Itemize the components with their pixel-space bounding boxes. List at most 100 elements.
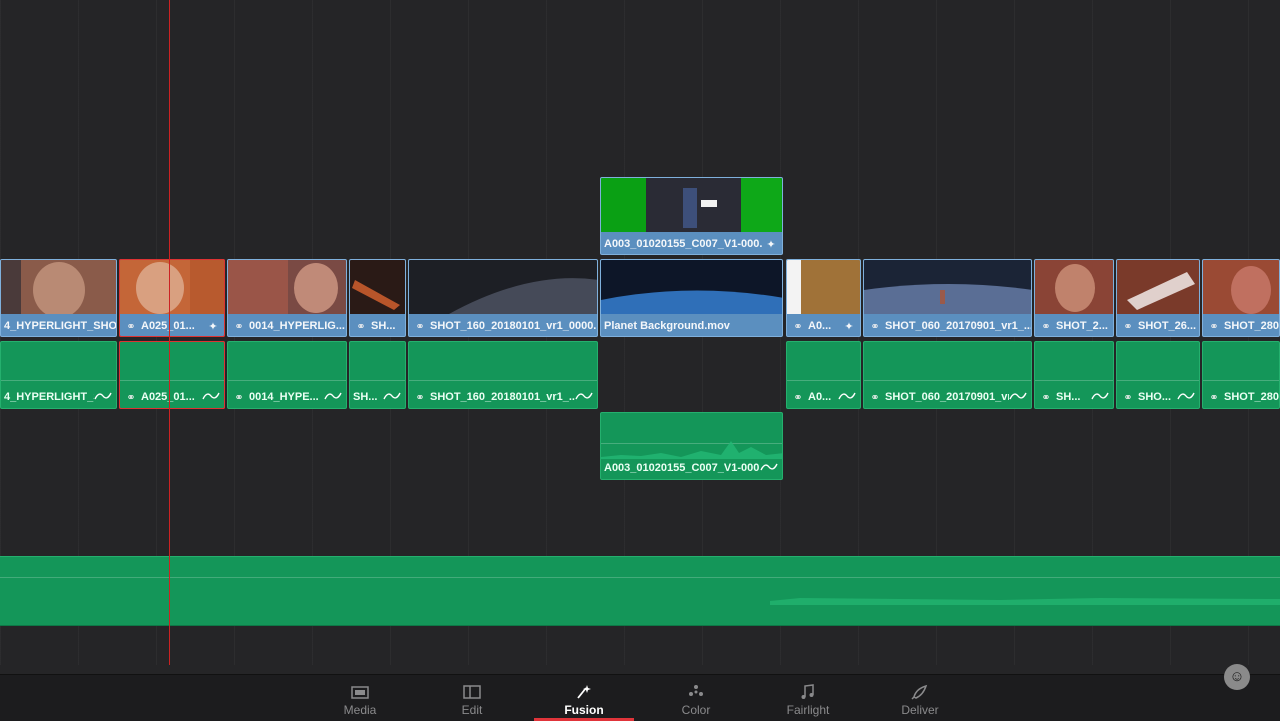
audio-clip[interactable]: ⚭ SHOT_280... (1202, 341, 1280, 409)
clip-label: 4_HYPERLIGHT_SHOT... (4, 320, 116, 332)
waveform-icon (202, 391, 224, 404)
clip-thumbnail (1035, 260, 1113, 314)
fusion-icon (577, 685, 591, 699)
link-icon: ⚭ (415, 320, 425, 333)
video-clip[interactable]: ⚭ SHOT_060_20170901_vr1_... (863, 259, 1032, 337)
audio-clip[interactable]: 4_HYPERLIGHT_S... (0, 341, 117, 409)
audio-clip[interactable]: ⚭ SHOT_160_20180101_vr1_... (408, 341, 598, 409)
page-navigation-bar: Media Edit Fusion Color Fairlight Delive… (0, 674, 1280, 721)
video-clip[interactable]: ⚭ SH... (349, 259, 406, 337)
waveform-icon (760, 462, 782, 475)
color-icon (689, 685, 703, 696)
link-icon: ⚭ (234, 391, 244, 404)
video-clip[interactable]: Planet Background.mov (600, 259, 783, 337)
fairlight-icon (801, 684, 814, 699)
clip-label: A025_01... (141, 320, 195, 332)
clip-label: SHOT_280... (1224, 391, 1279, 403)
waveform-icon (94, 391, 116, 404)
timeline[interactable]: A003_01020155_C007_V1-000... ✦ 4_HYPERLI… (0, 0, 1280, 665)
audio-clip[interactable]: ⚭ SHO... (1116, 341, 1200, 409)
page-tab-deliver[interactable]: Deliver (870, 675, 970, 721)
clip-thumbnail (601, 260, 782, 314)
clip-label: A025_01... (141, 391, 195, 403)
clip-thumbnail (1203, 260, 1279, 314)
link-icon: ⚭ (1209, 320, 1219, 333)
link-icon: ⚭ (870, 320, 880, 333)
link-icon: ⚭ (1041, 391, 1051, 404)
waveform-icon (1177, 391, 1199, 404)
playhead[interactable] (169, 0, 170, 665)
link-icon: ⚭ (126, 320, 136, 333)
waveform-icon (575, 391, 597, 404)
clip-label: SH... (1056, 391, 1081, 403)
clip-thumbnail (350, 260, 405, 314)
clip-label: A003_01020155_C007_V1-000... (604, 462, 760, 474)
clip-label: A003_01020155_C007_V1-000... (604, 238, 763, 250)
clip-label: SHOT_160_20180101_vr1_0000... (430, 320, 597, 332)
link-icon: ⚭ (126, 391, 136, 404)
deliver-icon (911, 684, 928, 700)
page-tab-edit[interactable]: Edit (422, 675, 522, 721)
video-clip[interactable]: ⚭ A0... ✦ (786, 259, 861, 337)
video-clip[interactable]: ⚭ SHOT_280... (1202, 259, 1280, 337)
page-tab-media[interactable]: Media (310, 675, 410, 721)
sparkle-icon: ✦ (766, 238, 776, 251)
clip-thumbnail (601, 178, 782, 232)
clip-thumbnail (1117, 260, 1199, 314)
link-icon: ⚭ (793, 320, 803, 333)
clip-label: 0014_HYPERLIG... (249, 320, 345, 332)
waveform-icon (324, 391, 346, 404)
video-clip[interactable]: ⚭ SHOT_26... (1116, 259, 1200, 337)
page-tab-fusion[interactable]: Fusion (534, 675, 634, 721)
clip-thumbnail (120, 260, 224, 314)
audio-clip[interactable]: ⚭ SHOT_060_20170901_vr1_... (863, 341, 1032, 409)
clip-label: A0... (808, 391, 832, 403)
audio-clip-selected[interactable]: ⚭ A025_01... (119, 341, 225, 409)
page-tab-color[interactable]: Color (646, 675, 746, 721)
media-icon (351, 686, 369, 699)
clip-label: SHO... (1138, 391, 1172, 403)
clip-label: 4_HYPERLIGHT_S... (4, 391, 94, 403)
video-clip[interactable]: 4_HYPERLIGHT_SHOT... (0, 259, 117, 337)
clip-label: SHOT_26... (1138, 320, 1197, 332)
video-clip[interactable]: ⚭ SHOT_160_20180101_vr1_0000... (408, 259, 598, 337)
clip-label: A0... (808, 320, 832, 332)
page-tab-fairlight[interactable]: Fairlight (758, 675, 858, 721)
clip-thumbnail (787, 260, 860, 314)
sparkle-icon: ✦ (208, 320, 218, 333)
audio-clip[interactable]: ⚭ 0014_HYPE... (227, 341, 347, 409)
waveform-icon (383, 391, 405, 404)
video-clip-selected[interactable]: ⚭ A025_01... ✦ (119, 259, 225, 337)
video-clip[interactable]: ⚭ 0014_HYPERLIG... (227, 259, 347, 337)
clip-thumbnail (864, 260, 1031, 314)
link-icon: ⚭ (356, 320, 366, 333)
link-icon: ⚭ (234, 320, 244, 333)
clip-label: SHOT_060_20170901_vr1_... (885, 320, 1031, 332)
clip-label: SH... (371, 320, 396, 332)
waveform-icon (1009, 391, 1031, 404)
user-avatar-icon[interactable]: ☺ (1224, 664, 1250, 690)
audio-clip[interactable]: SH... (349, 341, 406, 409)
sparkle-icon: ✦ (844, 320, 854, 333)
link-icon: ⚭ (793, 391, 803, 404)
clip-thumbnail (409, 260, 597, 314)
link-icon: ⚭ (1123, 391, 1133, 404)
music-audio-clip[interactable] (0, 556, 1280, 626)
audio-clip[interactable]: A003_01020155_C007_V1-000... (600, 412, 783, 480)
clip-label: Planet Background.mov (604, 320, 730, 332)
clip-label: SH... (353, 391, 378, 403)
edit-icon (463, 685, 481, 699)
link-icon: ⚭ (1123, 320, 1133, 333)
audio-clip[interactable]: ⚭ A0... (786, 341, 861, 409)
link-icon: ⚭ (1041, 320, 1051, 333)
video-clip[interactable]: A003_01020155_C007_V1-000... ✦ (600, 177, 783, 255)
clip-label: SHOT_160_20180101_vr1_... (430, 391, 575, 403)
video-clip[interactable]: ⚭ SHOT_2... (1034, 259, 1114, 337)
clip-label: 0014_HYPE... (249, 391, 319, 403)
clip-label: SHOT_2... (1056, 320, 1108, 332)
clip-thumbnail (228, 260, 346, 314)
link-icon: ⚭ (415, 391, 425, 404)
link-icon: ⚭ (1209, 391, 1219, 404)
link-icon: ⚭ (870, 391, 880, 404)
audio-clip[interactable]: ⚭ SH... (1034, 341, 1114, 409)
